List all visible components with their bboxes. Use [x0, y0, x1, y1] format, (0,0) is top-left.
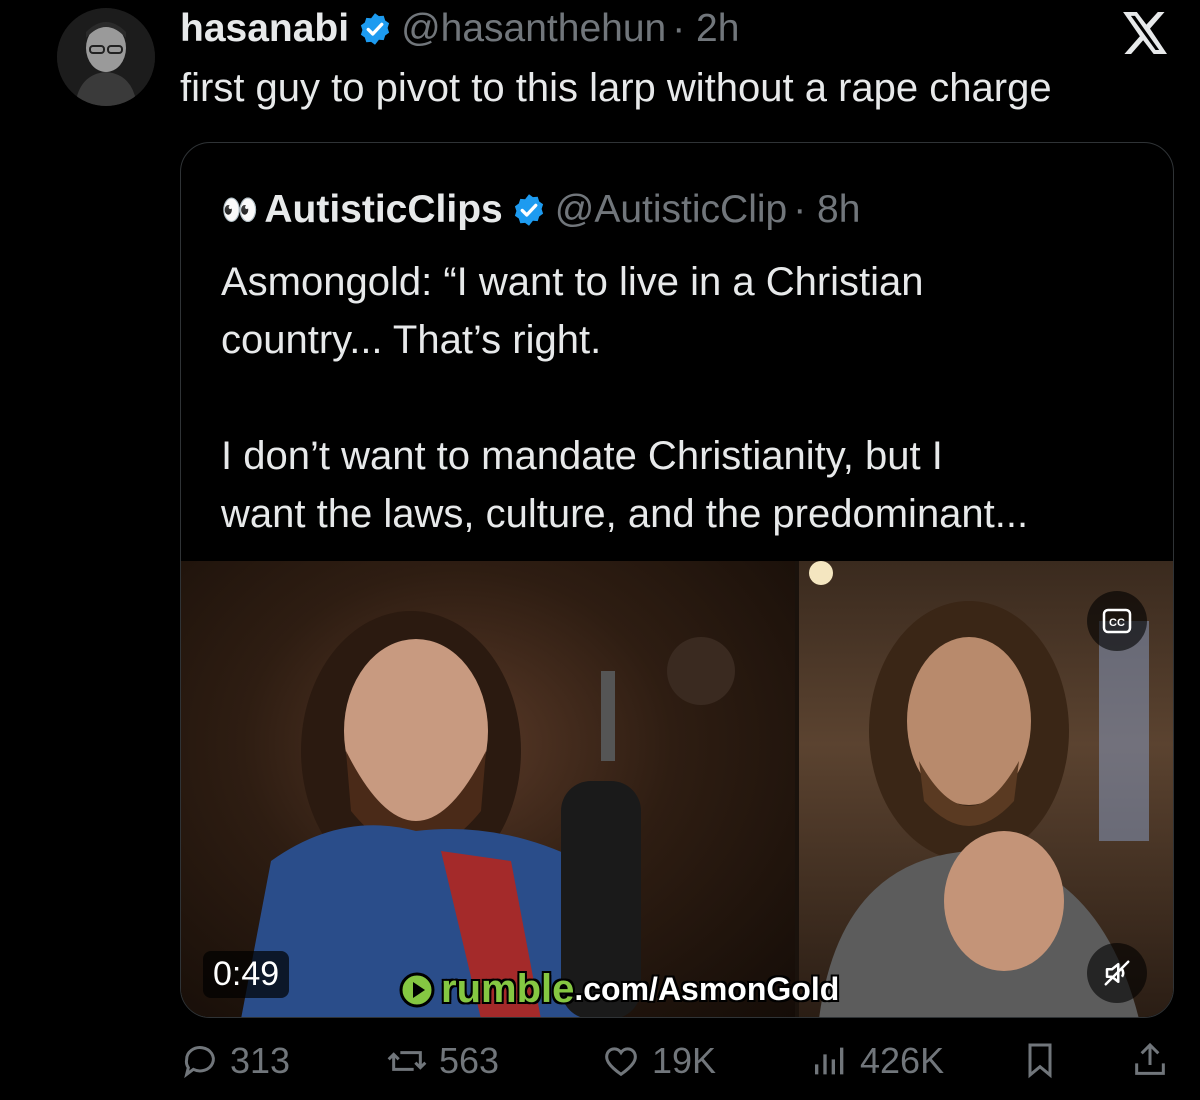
- watermark-brand: rumble: [441, 967, 575, 1011]
- mute-button[interactable]: [1087, 943, 1147, 1003]
- view-count: 426K: [860, 1040, 945, 1081]
- quoted-tweet-header: 👀 AutisticClips @AutisticClip · 8h: [221, 188, 860, 232]
- quoted-author-name[interactable]: AutisticClips: [264, 188, 502, 232]
- repost-button[interactable]: 563: [385, 1040, 499, 1082]
- eyes-emoji: 👀: [221, 193, 258, 227]
- reply-count: 313: [230, 1040, 291, 1081]
- like-count: 19K: [652, 1040, 717, 1081]
- bookmark-button[interactable]: [1020, 1040, 1070, 1080]
- reply-button[interactable]: 313: [180, 1040, 290, 1082]
- tweet-time[interactable]: · 2h: [672, 7, 739, 51]
- captions-button[interactable]: CC: [1087, 591, 1147, 651]
- tweet-header: hasanabi @hasanthehun · 2h: [180, 6, 739, 52]
- verified-badge-icon: [360, 13, 390, 45]
- like-icon: [605, 1047, 637, 1077]
- cc-icon: CC: [1102, 608, 1132, 634]
- quoted-author-handle[interactable]: @AutisticClip: [555, 188, 787, 232]
- repost-count: 563: [439, 1040, 500, 1081]
- video-duration: 0:49: [203, 951, 290, 998]
- author-avatar[interactable]: [57, 8, 155, 106]
- quoted-tweet-text: Asmongold: “I want to live in a Christia…: [221, 260, 1029, 536]
- cc-label: CC: [1109, 617, 1125, 629]
- share-button[interactable]: [1130, 1040, 1180, 1080]
- quoted-tweet[interactable]: 👀 AutisticClips @AutisticClip · 8h Asmon…: [180, 142, 1174, 1018]
- share-icon: [1135, 1042, 1165, 1075]
- verified-badge-icon: [514, 194, 543, 226]
- quoted-tweet-time[interactable]: · 8h: [793, 188, 860, 232]
- tweet-text: first guy to pivot to this larp without …: [180, 66, 1052, 110]
- rumble-watermark: rumble .com/AsmonGold: [399, 967, 839, 1012]
- mute-icon: [1104, 960, 1130, 986]
- video-frame-left: [181, 561, 795, 1017]
- x-logo-icon: [1123, 12, 1167, 54]
- tweet-action-bar: 313 563 19K 426K: [180, 1040, 1180, 1100]
- repost-icon: [387, 1051, 427, 1071]
- views-icon: [815, 1047, 844, 1075]
- author-name[interactable]: hasanabi: [180, 7, 349, 51]
- bookmark-icon: [1028, 1043, 1052, 1079]
- like-button[interactable]: 19K: [600, 1040, 716, 1082]
- watermark-url: .com/AsmonGold: [574, 971, 840, 1007]
- rumble-play-icon: [399, 972, 435, 1007]
- video-player[interactable]: CC 0:49 rumble .com/AsmonGold: [181, 561, 1173, 1017]
- views-button[interactable]: 426K: [810, 1040, 944, 1082]
- reply-icon: [184, 1046, 215, 1079]
- author-handle[interactable]: @hasanthehun: [401, 7, 666, 51]
